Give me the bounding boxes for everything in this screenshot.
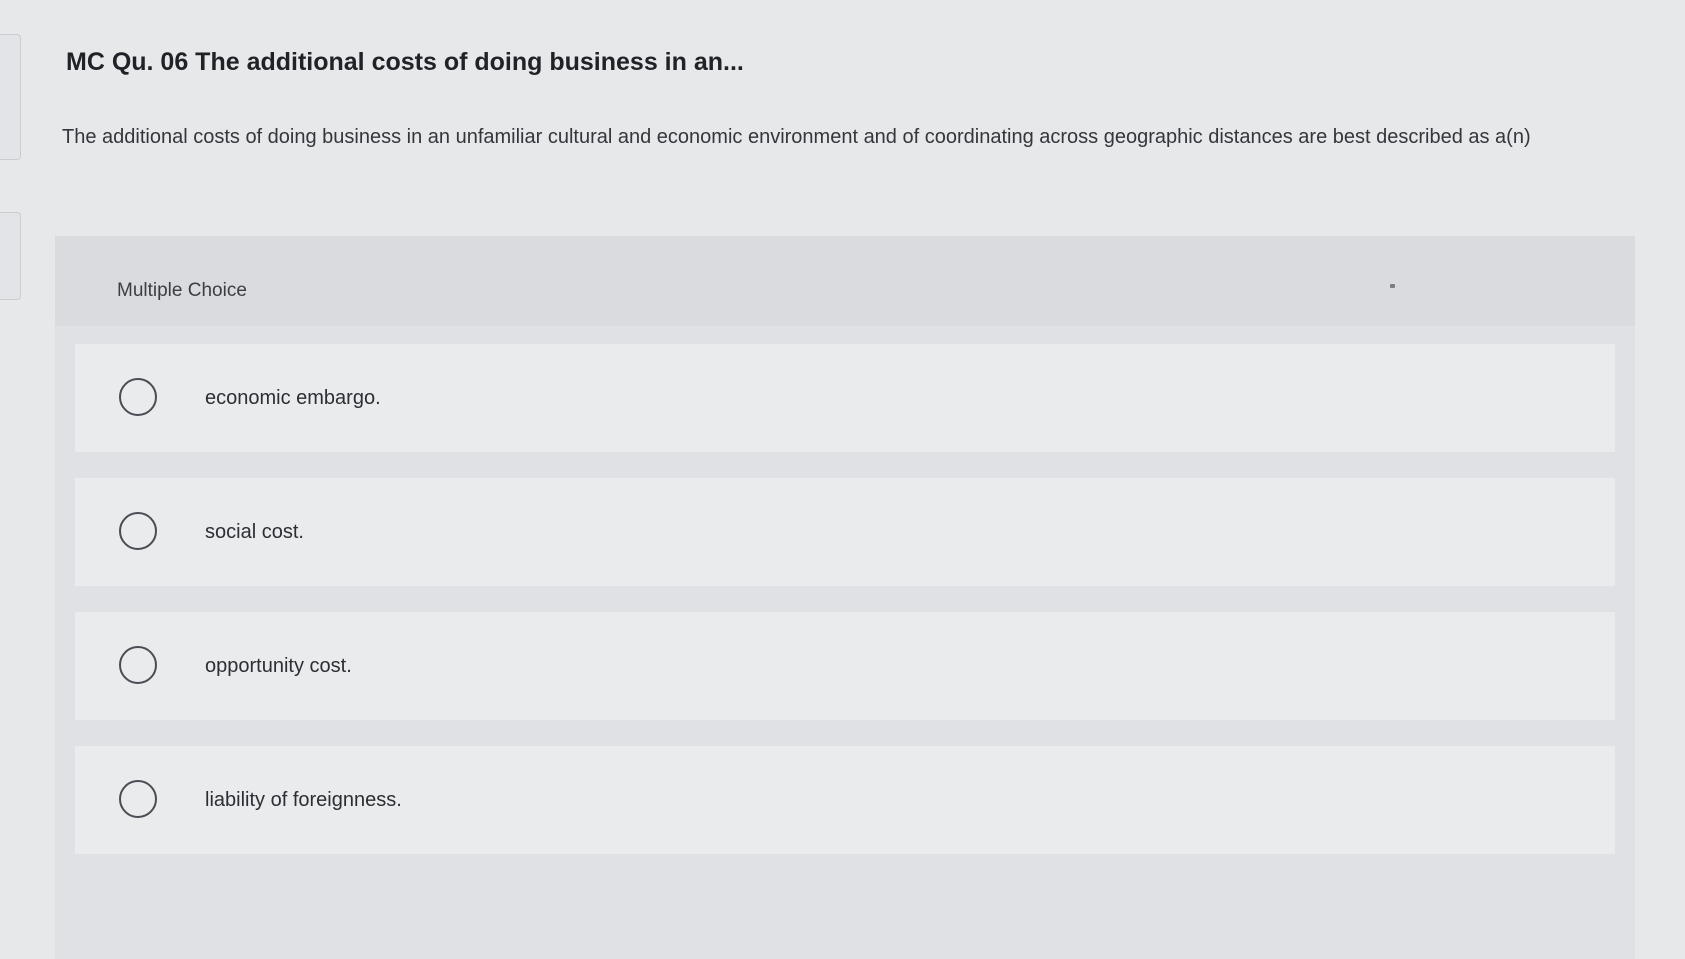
radio-button-icon[interactable] (119, 646, 157, 684)
radio-button-icon[interactable] (119, 378, 157, 416)
multiple-choice-label: Multiple Choice (117, 280, 247, 301)
option-label: social cost. (205, 521, 304, 543)
radio-button-icon[interactable] (119, 512, 157, 550)
header-dot (1390, 284, 1395, 288)
question-title: MC Qu. 06 The additional costs of doing … (66, 48, 744, 76)
options-list: economic embargo. social cost. opportuni… (75, 344, 1615, 880)
option-opportunity-cost[interactable]: opportunity cost. (75, 612, 1615, 720)
question-text: The additional costs of doing business i… (62, 126, 1531, 148)
option-social-cost[interactable]: social cost. (75, 478, 1615, 586)
option-liability-of-foreignness[interactable]: liability of foreignness. (75, 746, 1615, 854)
multiple-choice-panel: Multiple Choice economic embargo. social… (55, 236, 1635, 959)
radio-button-icon[interactable] (119, 780, 157, 818)
left-edge-tab (0, 34, 21, 160)
option-label: economic embargo. (205, 387, 381, 409)
option-label: opportunity cost. (205, 655, 352, 677)
left-edge-tab (0, 212, 21, 300)
option-economic-embargo[interactable]: economic embargo. (75, 344, 1615, 452)
multiple-choice-header: Multiple Choice (55, 236, 1635, 326)
option-label: liability of foreignness. (205, 789, 402, 811)
